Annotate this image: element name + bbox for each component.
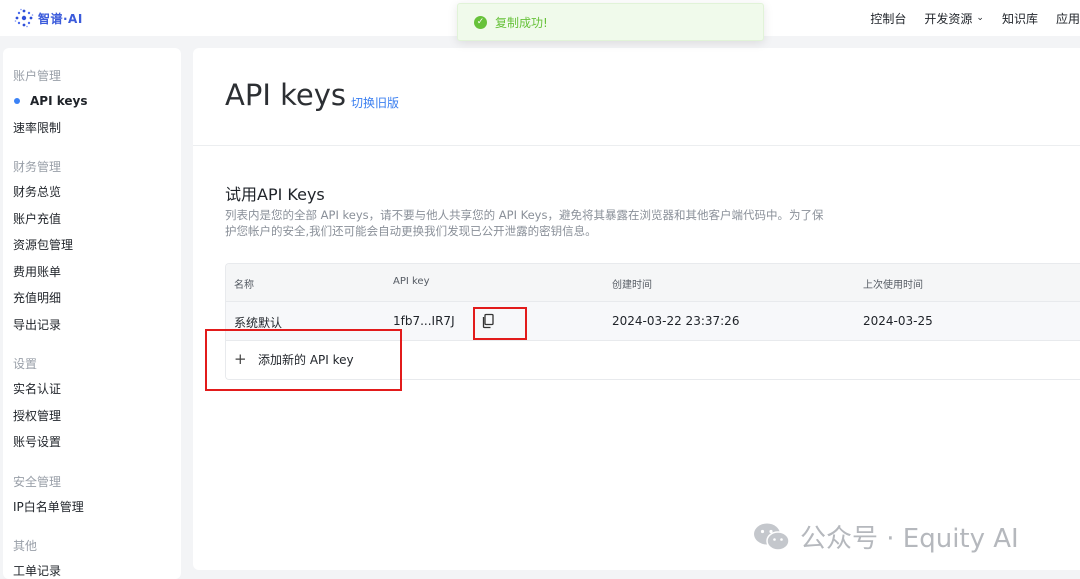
sidebar-item-rate-limit[interactable]: 速率限制: [3, 115, 181, 142]
watermark: 公众号 · Equity AI: [752, 518, 1019, 555]
brand-logo[interactable]: 智谱·AI: [14, 8, 83, 28]
sidebar-group-other: 其他: [13, 539, 38, 553]
main-panel: API keys 切换旧版 试用API Keys 列表内是您的全部 API ke…: [193, 48, 1080, 570]
column-header-last-used: 上次使用时间: [863, 280, 923, 291]
last-used-cell: 2024-03-25: [863, 314, 933, 328]
nav-dev-resources-label: 开发资源: [924, 11, 973, 26]
column-header-name: 名称: [234, 280, 254, 291]
page-title: API keys: [225, 78, 346, 112]
success-toast: ✓ 复制成功!: [457, 3, 764, 41]
section-description: 列表内是您的全部 API keys，请不要与他人共享您的 API Keys，避免…: [225, 208, 824, 238]
active-dot-icon: [14, 98, 20, 104]
sidebar-group-finance: 财务管理: [13, 160, 62, 174]
sidebar-item-authorization[interactable]: 授权管理: [3, 403, 181, 430]
sidebar-item-label: API keys: [30, 94, 88, 108]
nav-apps[interactable]: 应用: [1056, 10, 1080, 27]
table-header: 名称 API key 创建时间 上次使用时间: [226, 264, 1080, 302]
top-nav-menu: 控制台 开发资源 ⌄ 知识库 应用: [852, 0, 1080, 36]
zhipu-logo-icon: [14, 8, 34, 28]
nav-console[interactable]: 控制台: [870, 10, 906, 27]
sidebar-item-recharge[interactable]: 账户充值: [3, 206, 181, 233]
sidebar-item-recharge-details[interactable]: 充值明细: [3, 285, 181, 312]
page-header: API keys 切换旧版: [193, 48, 1080, 146]
sidebar-group-account: 账户管理: [13, 69, 62, 83]
column-header-created: 创建时间: [612, 280, 652, 291]
sidebar-item-tickets[interactable]: 工单记录: [3, 558, 181, 579]
sidebar-item-api-keys[interactable]: API keys: [3, 88, 181, 115]
sidebar-item-ip-whitelist[interactable]: IP白名单管理: [3, 494, 181, 521]
nav-dev-resources[interactable]: 开发资源 ⌄: [924, 10, 984, 27]
sidebar-item-export-records[interactable]: 导出记录: [3, 312, 181, 339]
wechat-icon: [754, 523, 790, 551]
sidebar-item-verification[interactable]: 实名认证: [3, 376, 181, 403]
column-header-api-key: API key: [393, 276, 430, 287]
sidebar: 账户管理 API keys 速率限制 财务管理 财务总览 账户充值 资源包管理 …: [3, 48, 181, 579]
sidebar-item-finance-overview[interactable]: 财务总览: [3, 179, 181, 206]
section-title: 试用API Keys: [225, 185, 325, 204]
sidebar-group-security: 安全管理: [13, 474, 62, 489]
add-key-highlight-box: [205, 329, 402, 391]
chevron-down-icon: ⌄: [976, 13, 984, 23]
nav-knowledge-base[interactable]: 知识库: [1002, 10, 1038, 27]
check-circle-icon: ✓: [474, 15, 487, 29]
sidebar-item-resource-packs[interactable]: 资源包管理: [3, 232, 181, 259]
toast-message: 复制成功!: [495, 15, 548, 30]
watermark-text: 公众号 · Equity AI: [800, 524, 1019, 554]
created-time-cell: 2024-03-22 23:37:26: [612, 314, 740, 328]
switch-old-version-link[interactable]: 切换旧版: [351, 94, 399, 111]
sidebar-item-account-settings[interactable]: 账号设置: [3, 429, 181, 456]
sidebar-item-bills[interactable]: 费用账单: [3, 259, 181, 286]
sidebar-group-settings: 设置: [13, 357, 38, 371]
brand-name: 智谱·AI: [38, 11, 83, 26]
copy-highlight-box: [473, 307, 527, 340]
api-key-cell: 1fb7...IR7J: [393, 314, 455, 328]
